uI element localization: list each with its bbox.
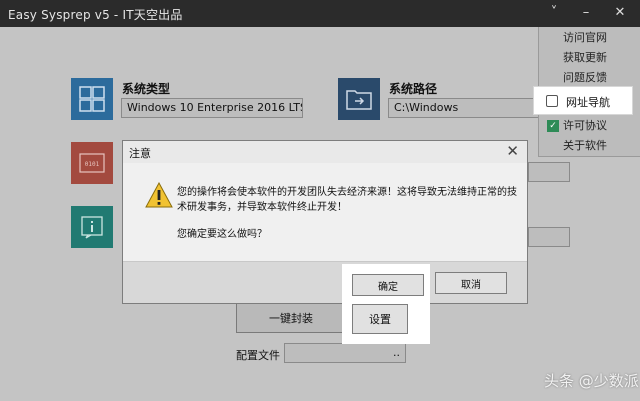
system-path-label: 系统路径 <box>389 82 438 96</box>
config-file-label: 配置文件 <box>236 349 280 362</box>
row3-field[interactable] <box>528 227 570 247</box>
dialog-title: 注意 <box>129 147 151 160</box>
menu-item-label: 关于软件 <box>563 139 607 152</box>
binary-icon: 0101 <box>71 142 113 184</box>
menu-item-label: 网址导航 <box>566 96 610 109</box>
dialog-ok-button[interactable]: 确定 <box>352 274 424 296</box>
dialog-message-line1: 您的操作将会使本软件的开发团队失去经济来源！这将导致无法维持正常的技 <box>177 187 517 198</box>
dialog-message-line2: 术研发事务，并导致本软件终止开发！ <box>177 202 347 213</box>
menu-item-about[interactable]: 关于软件 <box>539 136 640 156</box>
dialog-cancel-button[interactable]: 取消 <box>435 272 507 294</box>
menu-item-label: 许可协议 <box>563 119 607 132</box>
row2-field[interactable] <box>528 162 570 182</box>
title-bar: Easy Sysprep v5 - IT天空出品 ˅ – ✕ <box>0 0 640 27</box>
system-type-field[interactable]: Windows 10 Enterprise 2016 LTS .. <box>121 98 303 118</box>
menu-item-check-update[interactable]: 获取更新 <box>539 48 640 68</box>
app-window: Easy Sysprep v5 - IT天空出品 ˅ – ✕ 系统类型 Wind… <box>0 0 640 401</box>
system-type-label: 系统类型 <box>122 82 171 96</box>
highlight-region: 确定 设置 <box>342 264 430 344</box>
menu-item-label: 问题反馈 <box>563 71 607 84</box>
svg-text:0101: 0101 <box>85 161 100 168</box>
minimize-icon[interactable]: – <box>574 3 598 23</box>
info-icon <box>71 206 113 248</box>
menu-item-label: 获取更新 <box>563 51 607 64</box>
folder-icon <box>338 78 380 120</box>
dialog-close-icon[interactable]: ✕ <box>506 142 519 160</box>
dialog-title-bar: 注意 ✕ <box>123 141 527 163</box>
menu-item-url-navigation[interactable]: 网址导航 <box>533 86 633 115</box>
dialog-question: 您确定要这么做吗？ <box>177 229 267 240</box>
menu-item-visit-site[interactable]: 访问官网 <box>539 28 640 48</box>
close-icon[interactable]: ✕ <box>608 3 632 23</box>
menu-item-license[interactable]: ✓ 许可协议 <box>539 116 640 136</box>
checkbox-unchecked-icon[interactable] <box>546 95 558 107</box>
menu-item-feedback[interactable]: 问题反馈 <box>539 68 640 88</box>
window-title: Easy Sysprep v5 - IT天空出品 <box>8 8 183 22</box>
windows-logo-icon <box>71 78 113 120</box>
dialog-body: 您的操作将会使本软件的开发团队失去经济来源！这将导致无法维持正常的技 术研发事务… <box>123 163 527 261</box>
menu-chevron-icon[interactable]: ˅ <box>542 3 566 23</box>
warning-icon <box>145 182 173 208</box>
one-click-package-button[interactable]: 一键封装 <box>236 303 346 333</box>
checkbox-checked-icon[interactable]: ✓ <box>547 120 559 132</box>
warning-dialog: 注意 ✕ 您的操作将会使本软件的开发团队失去经济来源！这将导致无法维持正常的技 … <box>122 140 528 304</box>
menu-item-label: 访问官网 <box>563 31 607 44</box>
settings-button[interactable]: 设置 <box>352 304 408 334</box>
dialog-footer: 取消 <box>123 261 527 303</box>
watermark: 头条 @少数派 <box>544 372 639 390</box>
config-file-field[interactable]: .. <box>284 343 406 363</box>
